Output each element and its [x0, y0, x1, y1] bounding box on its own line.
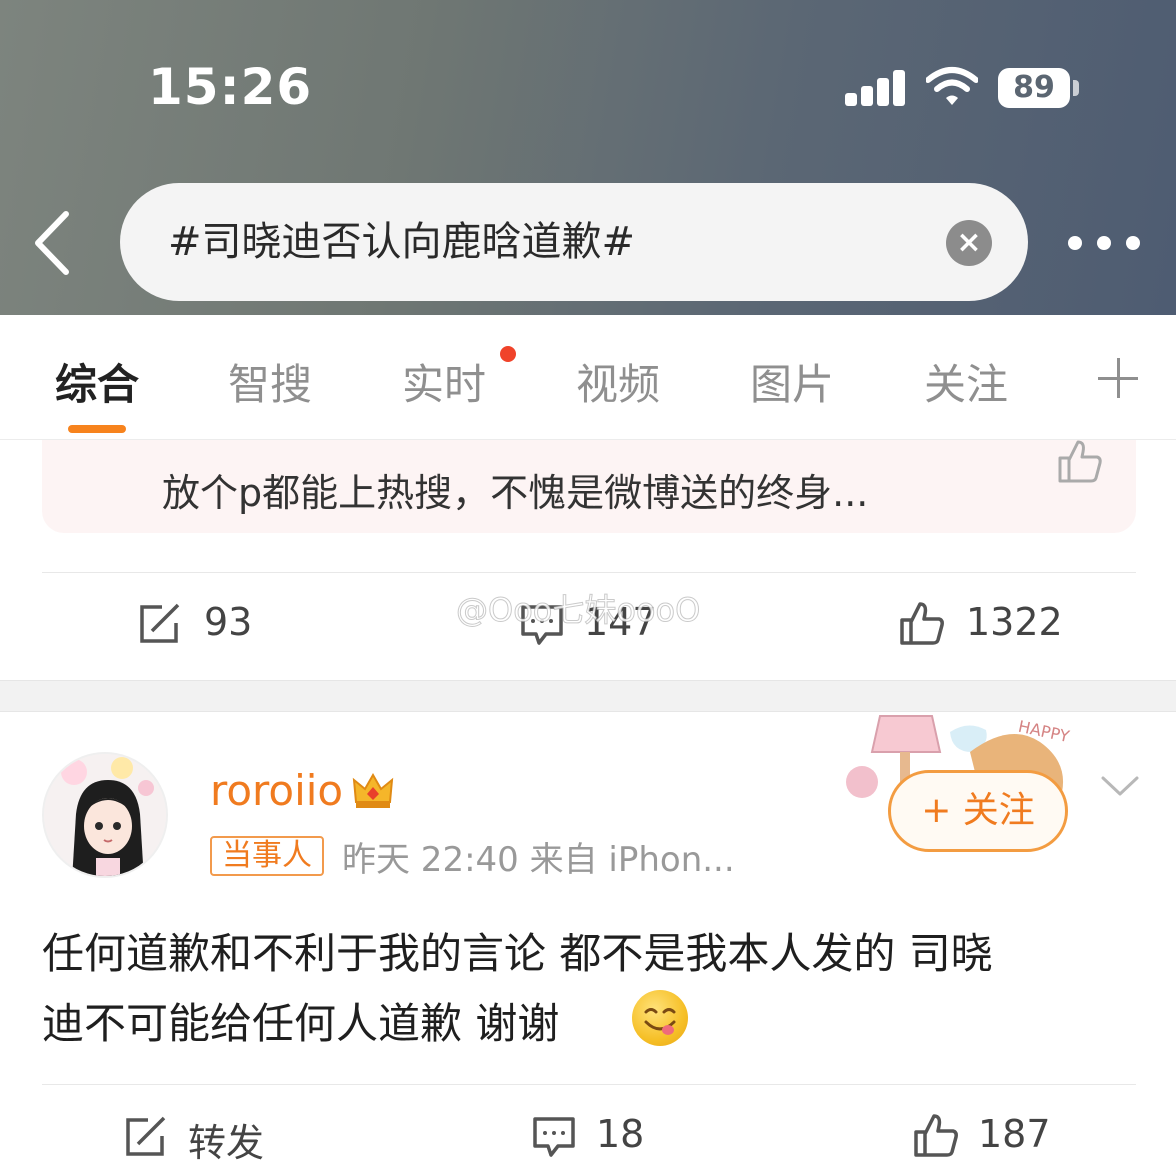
section-separator — [0, 680, 1176, 712]
tab-pictures[interactable]: 图片 — [750, 351, 834, 412]
quoted-comment-text: 放个p都能上热搜，不愧是微博送的终身... — [162, 471, 869, 515]
back-arrow-icon[interactable] — [30, 208, 82, 278]
clear-icon[interactable]: × — [946, 220, 992, 266]
repost-label[interactable]: 转发 — [188, 1112, 264, 1165]
repost-icon[interactable] — [124, 1116, 168, 1156]
add-tab-icon[interactable] — [1098, 358, 1138, 398]
watermark: @Ooo七妹oooO — [455, 591, 701, 630]
wifi-icon — [926, 67, 978, 105]
crown-icon — [352, 772, 394, 808]
header: 15:26 89 #司晓迪否认向鹿晗道歉# × — [0, 0, 1176, 315]
avatar[interactable] — [42, 752, 168, 878]
thumbs-up-icon[interactable] — [1056, 438, 1104, 484]
battery-level: 89 — [1013, 70, 1055, 105]
more-options-icon[interactable] — [1068, 226, 1140, 260]
tab-following[interactable]: 关注 — [924, 351, 1008, 412]
active-tab-indicator — [68, 425, 126, 433]
cellular-signal-icon — [845, 70, 907, 106]
post-meta: 昨天 22:40 来自 iPhon... — [342, 840, 735, 880]
tab-bar: 综合 智搜 实时 视频 图片 关注 — [0, 315, 1176, 440]
like-count[interactable]: 187 — [978, 1112, 1051, 1156]
repost-count[interactable]: 93 — [204, 600, 252, 644]
battery-tip — [1073, 80, 1079, 96]
tab-realtime[interactable]: 实时 — [402, 351, 486, 412]
status-badge: 当事人 — [210, 836, 324, 876]
comment-count[interactable]: 18 — [596, 1112, 644, 1156]
username[interactable]: roroiio — [210, 766, 343, 815]
search-input[interactable]: #司晓迪否认向鹿晗道歉# × — [120, 183, 1028, 301]
tab-comprehensive[interactable]: 综合 — [55, 351, 139, 412]
tab-smart-search[interactable]: 智搜 — [228, 351, 312, 412]
search-query: #司晓迪否认向鹿晗道歉# — [168, 219, 636, 265]
chevron-down-icon[interactable] — [1100, 770, 1140, 800]
repost-icon[interactable] — [138, 603, 182, 643]
divider — [42, 1084, 1136, 1085]
post-content-line-1: 任何道歉和不利于我的言论 都不是我本人发的 司晓 — [42, 929, 993, 978]
tab-video[interactable]: 视频 — [576, 351, 660, 412]
thumbs-up-icon[interactable] — [912, 1112, 960, 1158]
battery-icon: 89 — [998, 68, 1070, 108]
avatar-illustration — [44, 754, 166, 876]
follow-button[interactable]: + 关注 — [888, 770, 1068, 852]
status-time: 15:26 — [148, 58, 313, 116]
smile-emoji-icon — [632, 990, 688, 1046]
divider — [42, 572, 1136, 573]
post-content-line-2: 迪不可能给任何人道歉 谢谢 — [42, 999, 560, 1048]
thumbs-up-icon[interactable] — [898, 600, 946, 646]
comment-icon[interactable] — [532, 1116, 576, 1158]
notification-dot — [500, 346, 516, 362]
like-count[interactable]: 1322 — [966, 600, 1063, 644]
